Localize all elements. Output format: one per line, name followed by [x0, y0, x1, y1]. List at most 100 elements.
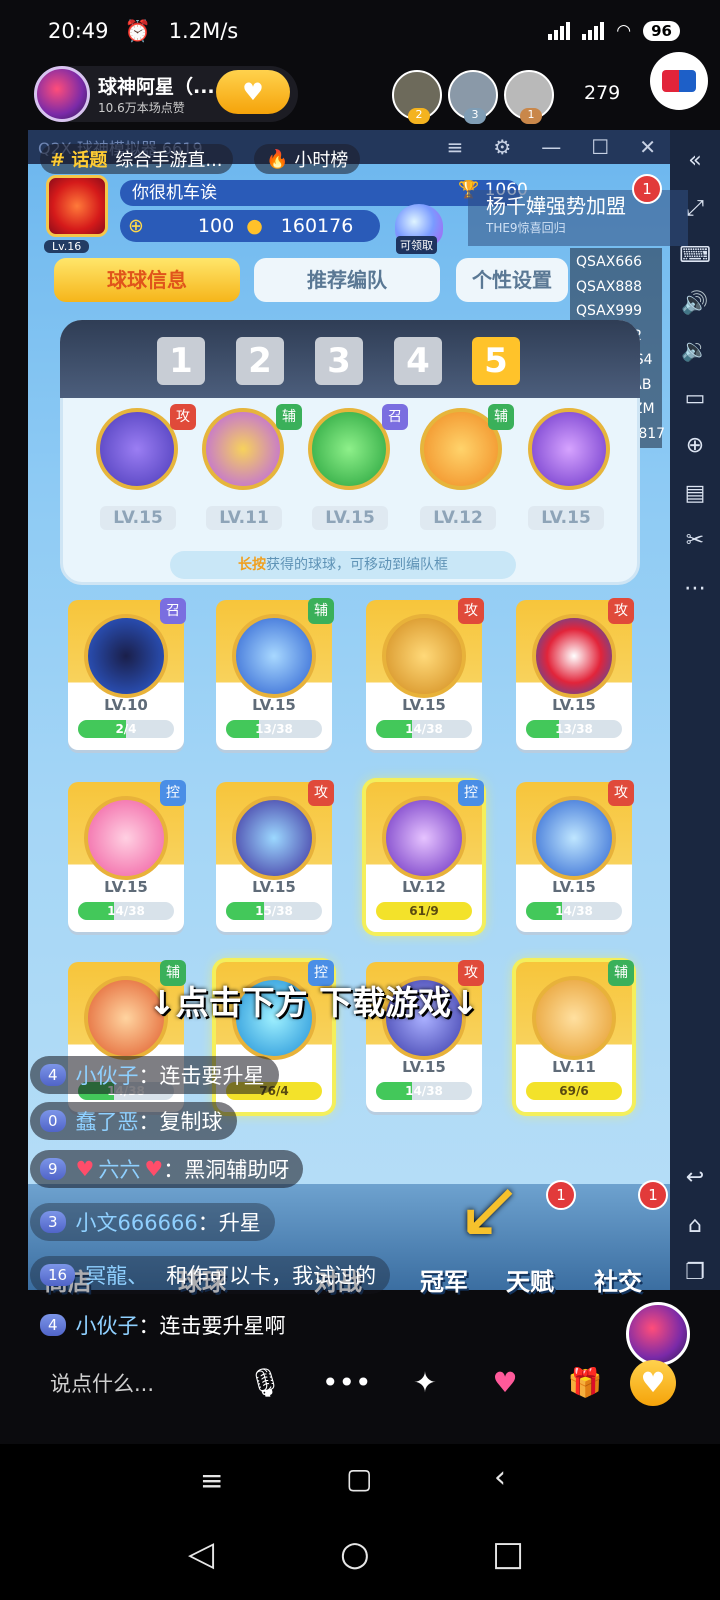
multi-window-icon[interactable]: ▤ — [685, 481, 706, 511]
ball-card[interactable]: 召 LV.10 2/4 — [68, 598, 186, 750]
hour-rank-label: 小时榜 — [294, 150, 349, 171]
team-ball-2[interactable] — [202, 408, 284, 490]
hour-rank-chip[interactable]: 🔥 小时榜 — [254, 144, 361, 174]
minimize-icon[interactable]: — — [541, 135, 561, 159]
chat-text: ：连击要升星 — [138, 1064, 265, 1088]
team-level-4: LV.12 — [420, 506, 496, 530]
follow-button[interactable]: ♥ — [216, 70, 290, 114]
triangle-back-icon[interactable]: ◁ — [188, 1534, 214, 1574]
player-avatar[interactable] — [46, 175, 108, 237]
ball-card[interactable]: 辅 LV.11 69/6 — [516, 960, 634, 1112]
team-ball-3[interactable] — [308, 408, 390, 490]
viewer-avatar-3[interactable]: 1 — [504, 70, 554, 124]
chat-username[interactable]: 小伙子 — [76, 1060, 139, 1090]
maximize-icon[interactable]: ☐ — [591, 135, 609, 159]
chat-username[interactable]: 冥龍、 — [85, 1260, 148, 1290]
nav-social[interactable]: 社交 — [594, 1262, 642, 1297]
recent-icon[interactable]: ❐ — [685, 1260, 705, 1290]
team-role-4: 辅 — [488, 404, 514, 430]
tab-personal-settings[interactable]: 个性设置 — [456, 258, 568, 302]
install-icon[interactable]: ⊕ — [686, 433, 704, 463]
chat-username[interactable]: 六六 — [98, 1154, 140, 1184]
fan-club-icon[interactable]: ♥ — [630, 1360, 676, 1406]
volume-up-icon[interactable]: 🔊 — [681, 291, 708, 321]
chat-message[interactable]: 16 冥龍、 和作可以卡，我试过的 — [30, 1256, 391, 1294]
ball-card[interactable]: 控 LV.12 61/9 — [366, 780, 484, 932]
home-nav-icon[interactable]: ▢ — [346, 1462, 372, 1495]
gem-claim-label[interactable]: 可领取 — [396, 236, 437, 254]
team-ball-1[interactable] — [96, 408, 178, 490]
chat-username[interactable]: 蠢了恶 — [76, 1106, 139, 1136]
card-level: LV.10 — [104, 696, 148, 714]
screen-icon[interactable]: ▭ — [685, 386, 706, 416]
circle-home-icon[interactable]: ○ — [340, 1534, 370, 1574]
chat-username[interactable]: 小伙子 — [76, 1310, 139, 1340]
chat-text: 和作可以卡，我试过的 — [166, 1264, 377, 1288]
microphone-icon[interactable]: 🎙 — [242, 1360, 288, 1406]
chat-message[interactable]: 4 小伙子 ：连击要升星啊 — [30, 1306, 300, 1344]
comment-input[interactable]: 说点什么... — [50, 1368, 154, 1398]
nav-champion[interactable]: 冠军 — [420, 1262, 468, 1297]
ball-orb — [532, 976, 616, 1060]
team-tab-1[interactable]: 1 — [157, 337, 205, 385]
team-level-5: LV.15 — [528, 506, 604, 530]
scissors-icon[interactable]: ✂ — [686, 528, 704, 558]
streamer-avatar[interactable] — [34, 66, 90, 122]
menu-nav-icon[interactable]: ≡ — [200, 1464, 223, 1497]
signal-2-icon — [582, 22, 605, 40]
back-nav-icon[interactable]: ‹ — [494, 1460, 506, 1495]
ball-orb — [382, 796, 466, 880]
chat-username[interactable]: 小文666666 — [76, 1207, 198, 1237]
heart-like-icon[interactable]: ♥ — [482, 1360, 528, 1406]
team-tab-5[interactable]: 5 — [472, 337, 520, 385]
close-icon[interactable]: ✕ — [639, 135, 656, 159]
gift-icon[interactable]: 🎁 — [562, 1360, 608, 1406]
card-role: 召 — [160, 598, 186, 624]
live-logo-icon[interactable] — [650, 52, 708, 110]
chat-message[interactable]: 3 小文666666 ：升星 — [30, 1203, 275, 1241]
topic-chip[interactable]: # 话题 综合手游直... — [40, 144, 233, 174]
ball-card[interactable]: 攻 LV.15 14/38 — [516, 780, 634, 932]
heart-icon: ♥ — [75, 1157, 95, 1181]
nav-talent[interactable]: 天赋 — [506, 1262, 554, 1297]
viewer-count[interactable]: 279 — [584, 82, 620, 104]
ball-card[interactable]: 攻 LV.15 14/38 — [366, 598, 484, 750]
team-ball-5[interactable] — [528, 408, 610, 490]
home-icon[interactable]: ⌂ — [688, 1213, 702, 1243]
gold-value: 160176 — [280, 215, 354, 237]
streamer-likes: 10.6万本场点赞 — [98, 101, 185, 115]
ball-card[interactable]: 攻 LV.15 13/38 — [516, 598, 634, 750]
more-options-icon[interactable]: ••• — [322, 1360, 372, 1406]
chat-message[interactable]: 0 蠢了恶 ：复制球 — [30, 1102, 237, 1140]
gear-icon[interactable]: ⚙ — [493, 135, 511, 159]
back-icon[interactable]: ↩ — [686, 1165, 704, 1195]
gold-icon: ● — [246, 215, 263, 237]
menu-icon[interactable]: ≡ — [447, 135, 464, 159]
ball-card[interactable]: 攻 LV.15 15/38 — [216, 780, 334, 932]
team-role-2: 辅 — [276, 404, 302, 430]
add-coin-icon[interactable]: ⊕ — [128, 215, 144, 237]
pinwheel-icon[interactable]: ✦ — [402, 1360, 448, 1406]
chat-message[interactable]: 9 ♥ 六六 ♥ ：黑洞辅助呀 — [30, 1150, 304, 1188]
ball-card[interactable]: 辅 LV.15 13/38 — [216, 598, 334, 750]
tab-ball-info[interactable]: 球球信息 — [54, 258, 240, 302]
collapse-icon[interactable]: « — [688, 148, 701, 178]
tab-recommended-team[interactable]: 推荐编队 — [254, 258, 440, 302]
square-recent-icon[interactable]: □ — [492, 1534, 524, 1574]
viewer-avatar-2[interactable]: 3 — [448, 70, 498, 124]
net-speed: 1.2M/s — [168, 19, 239, 43]
volume-down-icon[interactable]: 🔉 — [681, 338, 708, 368]
notification-badge: 1 — [632, 174, 662, 204]
card-level: LV.11 — [552, 1058, 596, 1076]
team-tab-4[interactable]: 4 — [394, 337, 442, 385]
ball-card[interactable]: 控 LV.15 14/38 — [68, 780, 186, 932]
team-tab-3[interactable]: 3 — [315, 337, 363, 385]
chat-message[interactable]: 4 小伙子 ：连击要升星 — [30, 1056, 279, 1094]
more-icon[interactable]: ⋯ — [684, 576, 706, 606]
keyboard-icon[interactable]: ⌨ — [679, 243, 711, 273]
card-progress-text: 2/4 — [115, 722, 137, 736]
viewer-avatar-1[interactable]: 2 — [392, 70, 442, 124]
fullscreen-icon[interactable]: ⤢ — [686, 196, 704, 226]
team-tab-2[interactable]: 2 — [236, 337, 284, 385]
chat-level-badge: 4 — [40, 1314, 66, 1336]
